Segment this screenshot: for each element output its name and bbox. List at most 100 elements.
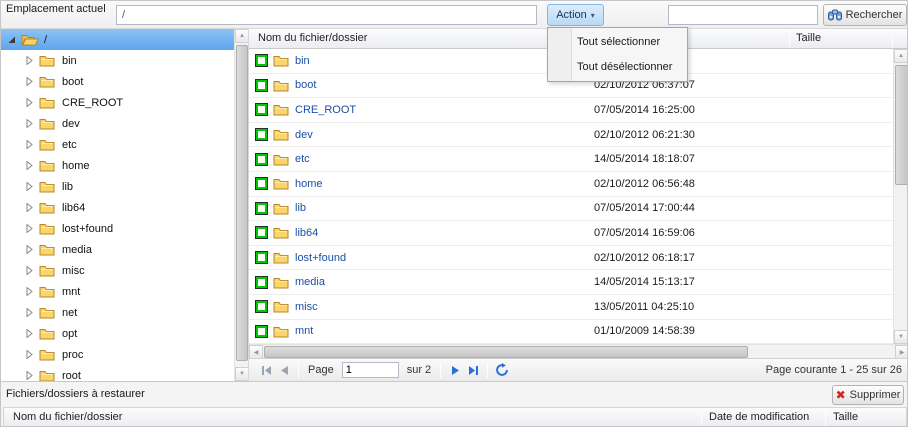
file-name-link[interactable]: lost+found xyxy=(295,252,346,264)
tree-item[interactable]: bin xyxy=(1,50,234,71)
scroll-down-button[interactable]: ▼ xyxy=(894,330,908,344)
file-name-link[interactable]: home xyxy=(295,178,323,190)
tree-item[interactable]: etc xyxy=(1,134,234,155)
tree-expander-icon[interactable] xyxy=(25,161,39,170)
tree-item[interactable]: proc xyxy=(1,344,234,365)
tree-expander-icon[interactable] xyxy=(25,245,39,254)
grid-horizontal-scrollbar[interactable]: ◀ ▶ xyxy=(249,344,908,358)
page-count-label: sur 2 xyxy=(407,364,431,376)
file-name-link[interactable]: media xyxy=(295,276,325,288)
action-button[interactable]: Action ▾ xyxy=(547,4,604,26)
tree-expander-icon[interactable] xyxy=(25,224,39,233)
checkbox-checked-icon[interactable] xyxy=(256,154,267,165)
table-row[interactable]: etc 14/05/2014 18:18:07 xyxy=(249,147,893,172)
tree-expander-icon[interactable] xyxy=(25,371,39,380)
table-row[interactable]: dev 02/10/2012 06:21:30 xyxy=(249,123,893,148)
table-row[interactable]: CRE_ROOT 07/05/2014 16:25:00 xyxy=(249,98,893,123)
checkbox-checked-icon[interactable] xyxy=(256,252,267,263)
tree-scrollbar-thumb[interactable] xyxy=(236,45,248,361)
tree-vertical-scrollbar[interactable]: ▲ ▼ xyxy=(234,29,248,381)
tree-item[interactable]: opt xyxy=(1,323,234,344)
tree-expander-icon[interactable] xyxy=(25,308,39,317)
tree-item[interactable]: lib64 xyxy=(1,197,234,218)
search-input[interactable] xyxy=(668,5,818,25)
file-name-link[interactable]: lib64 xyxy=(295,227,318,239)
tree-item[interactable]: dev xyxy=(1,113,234,134)
table-row[interactable]: mnt 01/10/2009 14:58:39 xyxy=(249,320,893,344)
tree-item[interactable]: lost+found xyxy=(1,218,234,239)
tree-item-label: boot xyxy=(62,76,83,88)
grid-vertical-scrollbar[interactable]: ▲ ▼ xyxy=(893,49,908,344)
tree-item[interactable]: root xyxy=(1,365,234,381)
tree-item[interactable]: media xyxy=(1,239,234,260)
last-page-button[interactable] xyxy=(464,361,482,379)
scroll-up-button[interactable]: ▲ xyxy=(894,49,908,63)
checkbox-checked-icon[interactable] xyxy=(256,203,267,214)
checkbox-checked-icon[interactable] xyxy=(256,55,267,66)
scroll-left-button[interactable]: ◀ xyxy=(249,345,263,359)
file-name-link[interactable]: lib xyxy=(295,202,306,214)
search-button[interactable]: Rechercher xyxy=(823,4,907,26)
column-header-name[interactable]: Nom du fichier/dossier xyxy=(13,411,122,423)
checkbox-checked-icon[interactable] xyxy=(256,277,267,288)
tree-item[interactable]: home xyxy=(1,155,234,176)
tree-item[interactable]: CRE_ROOT xyxy=(1,92,234,113)
tree-expander-icon[interactable] xyxy=(25,77,39,86)
tree-item[interactable]: / xyxy=(1,29,234,50)
checkbox-checked-icon[interactable] xyxy=(256,227,267,238)
table-row[interactable]: lib 07/05/2014 17:00:44 xyxy=(249,197,893,222)
menu-item-select-all[interactable]: Tout sélectionner xyxy=(548,30,687,55)
tree-item[interactable]: misc xyxy=(1,260,234,281)
scroll-right-button[interactable]: ▶ xyxy=(895,345,908,359)
table-row[interactable]: media 14/05/2014 15:13:17 xyxy=(249,270,893,295)
refresh-button[interactable] xyxy=(493,361,511,379)
checkbox-checked-icon[interactable] xyxy=(256,301,267,312)
column-header-size[interactable]: Taille xyxy=(796,32,821,44)
grid-vscrollbar-thumb[interactable] xyxy=(895,65,908,185)
file-name-link[interactable]: bin xyxy=(295,55,310,67)
first-page-button[interactable] xyxy=(257,361,275,379)
file-name-link[interactable]: mnt xyxy=(295,325,313,337)
tree-item[interactable]: boot xyxy=(1,71,234,92)
tree-expander-icon[interactable] xyxy=(7,35,21,44)
file-name-link[interactable]: misc xyxy=(295,301,318,313)
table-row[interactable]: lib64 07/05/2014 16:59:06 xyxy=(249,221,893,246)
tree-expander-icon[interactable] xyxy=(25,119,39,128)
scroll-down-button[interactable]: ▼ xyxy=(235,367,249,381)
previous-page-button[interactable] xyxy=(275,361,293,379)
page-number-input[interactable] xyxy=(342,362,399,378)
tree-expander-icon[interactable] xyxy=(25,140,39,149)
next-page-button[interactable] xyxy=(446,361,464,379)
checkbox-checked-icon[interactable] xyxy=(256,80,267,91)
file-name-link[interactable]: etc xyxy=(295,153,310,165)
checkbox-checked-icon[interactable] xyxy=(256,129,267,140)
tree-item[interactable]: net xyxy=(1,302,234,323)
table-row[interactable]: home 02/10/2012 06:56:48 xyxy=(249,172,893,197)
location-input[interactable] xyxy=(116,5,537,25)
file-name-link[interactable]: dev xyxy=(295,129,313,141)
column-header-size[interactable]: Taille xyxy=(833,411,858,423)
tree-expander-icon[interactable] xyxy=(25,182,39,191)
table-row[interactable]: misc 13/05/2011 04:25:10 xyxy=(249,295,893,320)
table-row[interactable]: lost+found 02/10/2012 06:18:17 xyxy=(249,246,893,271)
tree-item[interactable]: lib xyxy=(1,176,234,197)
column-header-name[interactable]: Nom du fichier/dossier xyxy=(258,32,367,44)
checkbox-checked-icon[interactable] xyxy=(256,104,267,115)
tree-item[interactable]: mnt xyxy=(1,281,234,302)
file-name-link[interactable]: CRE_ROOT xyxy=(295,104,356,116)
tree-expander-icon[interactable] xyxy=(25,287,39,296)
column-header-date[interactable]: Date de modification xyxy=(709,411,809,423)
tree-expander-icon[interactable] xyxy=(25,350,39,359)
tree-expander-icon[interactable] xyxy=(25,329,39,338)
tree-expander-icon[interactable] xyxy=(25,266,39,275)
checkbox-checked-icon[interactable] xyxy=(256,178,267,189)
tree-expander-icon[interactable] xyxy=(25,56,39,65)
tree-expander-icon[interactable] xyxy=(25,203,39,212)
scroll-up-button[interactable]: ▲ xyxy=(235,29,249,43)
file-name-link[interactable]: boot xyxy=(295,79,316,91)
tree-expander-icon[interactable] xyxy=(25,98,39,107)
menu-item-deselect-all[interactable]: Tout désélectionner xyxy=(548,55,687,80)
checkbox-checked-icon[interactable] xyxy=(256,326,267,337)
delete-button[interactable]: ✖ Supprimer xyxy=(832,385,904,405)
grid-hscrollbar-thumb[interactable] xyxy=(264,346,748,358)
